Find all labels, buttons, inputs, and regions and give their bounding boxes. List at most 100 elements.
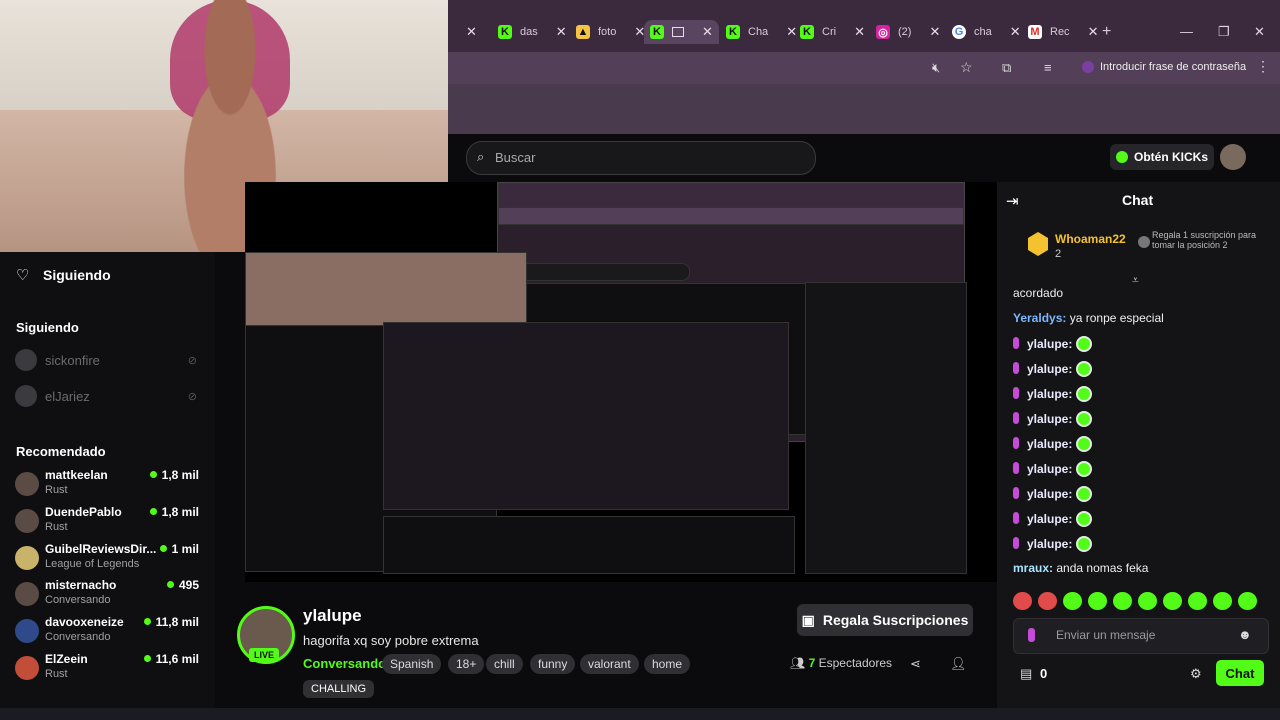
nested-chat-panel: [805, 282, 967, 574]
recommended-item[interactable]: misternacho Conversando 495: [15, 578, 205, 614]
user-avatar[interactable]: [1220, 144, 1246, 170]
chat-message: ylalupe:: [1013, 536, 1093, 552]
passphrase-prompt[interactable]: Introducir frase de contraseña: [1100, 61, 1246, 73]
emote-icon: [1076, 361, 1093, 377]
stream-tag[interactable]: 18+: [448, 654, 485, 674]
gmail-icon: M: [1028, 25, 1042, 39]
chat-message: ylalupe:: [1013, 436, 1093, 452]
emote-icon[interactable]: [1188, 592, 1207, 610]
recommended-item[interactable]: GuibelReviewsDir... League of Legends 1 mi…: [15, 542, 205, 578]
emote-icon[interactable]: [1038, 592, 1057, 610]
chat-message-input[interactable]: Enviar un mensaje ☻: [1013, 618, 1269, 654]
following-item[interactable]: elJariez ⊘: [15, 383, 205, 409]
stream-tag[interactable]: valorant: [580, 654, 639, 674]
browser-tab[interactable]: K Cri ✕: [800, 20, 865, 44]
share-icon[interactable]: ⋖: [910, 656, 921, 672]
mic-badge-icon: [1013, 387, 1019, 399]
bookmark-star-icon[interactable]: ☆: [960, 59, 973, 76]
mic-badge-icon: [1013, 412, 1019, 424]
extensions-icon[interactable]: ⧉: [1002, 60, 1011, 76]
browser-tab[interactable]: ▲ foto ✕: [576, 20, 645, 44]
following-section-label: Siguiendo: [16, 320, 79, 335]
settings-gear-icon[interactable]: ⚙: [1190, 666, 1202, 682]
mic-badge-icon: [1013, 462, 1019, 474]
recommended-section-label: Recomendado: [16, 444, 106, 459]
google-icon: G: [952, 25, 966, 39]
close-window-icon[interactable]: ✕: [1254, 24, 1265, 40]
stream-tag[interactable]: chill: [486, 654, 523, 674]
close-tab-icon[interactable]: ✕: [556, 24, 567, 40]
emote-icon[interactable]: [1013, 592, 1032, 610]
follow-user-icon[interactable]: 👤︎: [950, 656, 967, 672]
close-tab-icon[interactable]: ✕: [702, 24, 713, 40]
recommended-item[interactable]: ElZeein Rust 11,6 mil: [15, 652, 205, 688]
search-icon: ⌕: [477, 149, 485, 164]
emote-icon[interactable]: [1088, 592, 1107, 610]
emote-icon[interactable]: [1213, 592, 1232, 610]
chat-message: ylalupe:: [1013, 461, 1093, 477]
emote-icon: [1076, 436, 1093, 452]
stream-tag[interactable]: Spanish: [382, 654, 442, 674]
chat-send-button[interactable]: Chat: [1216, 660, 1264, 686]
close-tab-icon[interactable]: ✕: [854, 24, 865, 40]
browser-tab[interactable]: M Rec ✕: [1028, 20, 1098, 44]
avatar: [15, 619, 39, 643]
points-count: 0: [1040, 666, 1048, 681]
emote-bar: [1013, 592, 1268, 610]
media-control-icon[interactable]: ≡: [1044, 60, 1052, 75]
mic-badge-icon: [1028, 628, 1035, 642]
recommended-item[interactable]: mattkeelan Rust 1,8 mil: [15, 468, 205, 504]
following-item[interactable]: sickonfire ⊘: [15, 347, 205, 373]
stream-tag[interactable]: funny: [530, 654, 576, 674]
video-player[interactable]: [245, 182, 997, 582]
close-tab-icon[interactable]: ✕: [1010, 24, 1021, 40]
emoji-icon[interactable]: ☻: [1238, 627, 1252, 642]
browser-tab[interactable]: ✕: [448, 20, 477, 44]
browser-tab[interactable]: Kdas ✕: [498, 20, 567, 44]
stream-title: hagorifa xq soy pobre extrema: [303, 633, 479, 648]
emote-icon[interactable]: [1138, 592, 1157, 610]
avatar: [15, 582, 39, 606]
browser-tab-active[interactable]: K ✕: [644, 20, 719, 44]
browser-tab[interactable]: ◎ (2) ✕: [876, 20, 940, 44]
menu-dots-icon[interactable]: ⋮: [1256, 58, 1270, 75]
sidebar-heading[interactable]: Siguiendo: [43, 267, 111, 283]
expand-pin-icon[interactable]: ⩡: [1132, 273, 1139, 288]
stream-tag[interactable]: CHALLING: [303, 680, 375, 698]
kicks-coin-icon: [1115, 151, 1128, 163]
minimize-icon[interactable]: —: [1180, 24, 1193, 39]
mic-badge-icon: [1013, 487, 1019, 499]
chat-title: Chat: [1122, 192, 1154, 208]
collapse-chat-icon[interactable]: ⇥: [1006, 192, 1019, 210]
restore-icon[interactable]: ❐: [1218, 24, 1230, 40]
live-badge: LIVE: [249, 648, 279, 662]
get-kicks-button[interactable]: Obtén KICKs: [1110, 144, 1214, 170]
streamer-name[interactable]: ylalupe: [303, 606, 362, 626]
close-tab-icon[interactable]: ✕: [929, 24, 940, 40]
close-tab-icon[interactable]: ✕: [466, 24, 477, 40]
search-input[interactable]: ⌕ Buscar: [466, 141, 816, 175]
profile-icon[interactable]: [1082, 61, 1094, 73]
stream-tag[interactable]: home: [644, 654, 691, 674]
emote-icon[interactable]: [1163, 592, 1182, 610]
emote-icon[interactable]: [1238, 592, 1257, 610]
mute-icon[interactable]: 🔇︎: [932, 60, 940, 76]
close-tab-icon[interactable]: ✕: [786, 24, 797, 40]
new-tab-button[interactable]: +: [1102, 20, 1111, 44]
recommended-item[interactable]: davooxeneize Conversando 11,8 mil: [15, 615, 205, 651]
gift-subscriptions-button[interactable]: ▣ Regala Suscripciones: [797, 604, 973, 636]
chat-message: ylalupe:: [1013, 511, 1093, 527]
avatar: [15, 349, 37, 371]
close-tab-icon[interactable]: ✕: [1088, 24, 1099, 40]
offline-icon: ⊘: [187, 354, 197, 367]
stream-category-link[interactable]: Conversando: [303, 656, 386, 671]
emote-icon[interactable]: [1063, 592, 1082, 610]
browser-tab[interactable]: K Cha ✕: [726, 20, 797, 44]
drive-icon: ▲: [576, 25, 590, 39]
browser-tab[interactable]: Gcha ✕: [952, 20, 1021, 44]
emote-icon[interactable]: [1113, 592, 1132, 610]
points-icon[interactable]: ▤: [1020, 666, 1032, 682]
recommended-item[interactable]: DuendePablo Rust 1,8 mil: [15, 505, 205, 541]
nested-stream-info: [383, 516, 795, 574]
emote-icon: [1076, 486, 1093, 502]
